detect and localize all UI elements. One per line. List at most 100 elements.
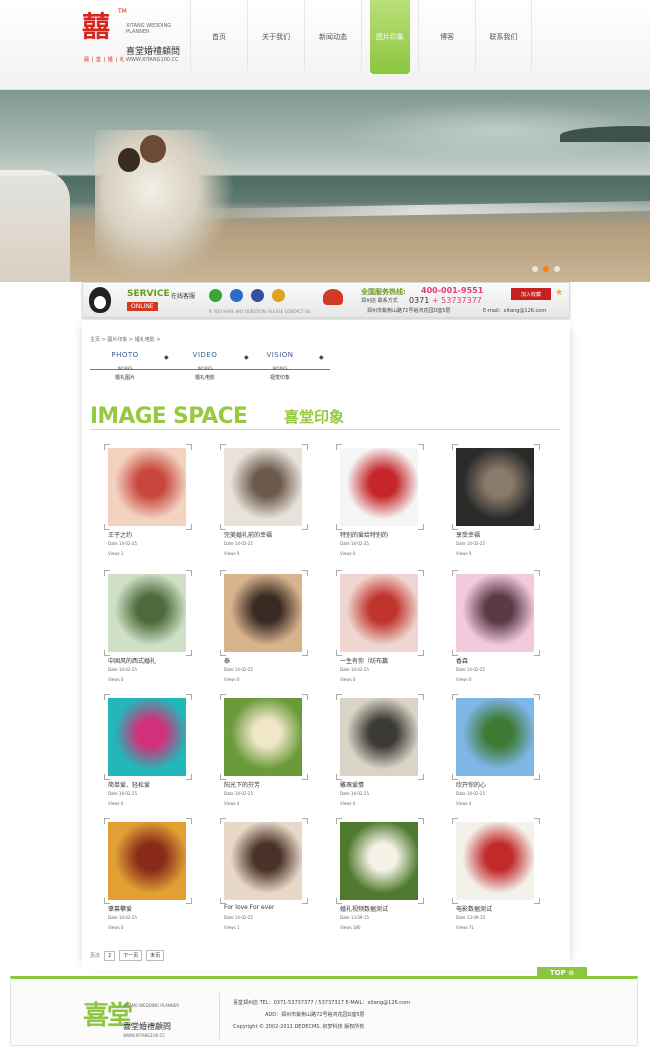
- gallery-thumbnail[interactable]: [224, 448, 302, 526]
- gallery-caption[interactable]: 阳光下的芬芳: [224, 780, 314, 789]
- nav-item-0[interactable]: 首页: [190, 0, 247, 74]
- gallery-thumbnail[interactable]: [456, 574, 534, 652]
- gallery-item[interactable]: 泰 Date 14-02-25 Views 0: [220, 570, 308, 700]
- gallery-thumbnail[interactable]: [340, 574, 418, 652]
- gallery-thumbnail[interactable]: [456, 698, 534, 776]
- nav-item-label: 首页: [212, 33, 226, 41]
- gallery-item[interactable]: 中国风的西式婚礼 Date 14-02-25 Views 0: [104, 570, 192, 700]
- gallery-item[interactable]: 婚礼视频数据测试 Date 13-09-15 Views 186: [336, 818, 424, 948]
- gallery-item[interactable]: 王子之约 Date 14-02-25 Views 1: [104, 444, 192, 574]
- nav-item-1[interactable]: 关于我们: [247, 0, 304, 74]
- frame-corner: [534, 444, 540, 450]
- gallery-item[interactable]: 香森 Date 14-02-25 Views 0: [452, 570, 540, 700]
- frame-corner: [534, 818, 540, 824]
- sub-nav-item-2[interactable]: VISION WORKS 视觉印象: [245, 351, 315, 381]
- frame-corner: [104, 818, 110, 824]
- nav-item-3[interactable]: 图片印象: [361, 0, 418, 74]
- sub-nav-en: PHOTO: [111, 351, 139, 359]
- main-nav: 首页 关于我们 新闻动态 图片印象 博客 联系我们: [190, 0, 532, 74]
- im-icons: [209, 289, 285, 302]
- nav-item-2[interactable]: 新闻动态: [304, 0, 361, 74]
- gallery-views: Views 0: [340, 551, 356, 556]
- gallery-thumbnail[interactable]: [340, 698, 418, 776]
- gallery-caption[interactable]: For love For ever: [224, 904, 314, 911]
- gallery-caption[interactable]: 香森: [456, 656, 546, 665]
- banner-dot[interactable]: [543, 266, 549, 272]
- gallery-item[interactable]: 享受幸福 Date 14-02-25 Views 0: [452, 444, 540, 574]
- frame-corner: [220, 694, 226, 700]
- pager-next[interactable]: 下一页: [119, 950, 143, 961]
- gallery-thumbnail[interactable]: [108, 822, 186, 900]
- gallery-item[interactable]: 阳光下的芬芳 Date 14-02-25 Views 0: [220, 694, 308, 824]
- gallery-caption[interactable]: 中国风的西式婚礼: [108, 656, 198, 665]
- gallery-item[interactable]: 雕琢爱情 Date 14-02-25 Views 0: [336, 694, 424, 824]
- gallery-thumbnail[interactable]: [340, 448, 418, 526]
- gallery-caption[interactable]: 特别的爱给特别的: [340, 530, 430, 539]
- gallery-caption[interactable]: 王子之约: [108, 530, 198, 539]
- surf-wave: [179, 200, 650, 220]
- add-favorite-button[interactable]: 加入收藏: [511, 288, 551, 300]
- frame-corner: [452, 694, 458, 700]
- title-divider: [90, 429, 560, 430]
- gallery-thumbnail[interactable]: [224, 822, 302, 900]
- im-contact-icon[interactable]: [209, 289, 222, 302]
- gallery-caption[interactable]: 享受幸福: [456, 530, 546, 539]
- im-contact-icon[interactable]: [272, 289, 285, 302]
- banner-dot[interactable]: [532, 266, 538, 272]
- gallery-thumbnail[interactable]: [456, 448, 534, 526]
- sub-nav: PHOTO WORKS 婚礼图片 ◆ VIDEO WORKS 婚礼电影 ◆ VISION WORK…: [90, 351, 560, 389]
- gallery-caption[interactable]: 欣开你的心: [456, 780, 546, 789]
- gallery-item[interactable]: 电影数据测试 Date 13-09-15 Views 71: [452, 818, 540, 948]
- sub-nav-item-1[interactable]: VIDEO WORKS 婚礼电影: [170, 351, 240, 381]
- im-contact-icon[interactable]: [230, 289, 243, 302]
- nav-item-label: 图片印象: [376, 33, 404, 41]
- gallery-thumbnail[interactable]: [108, 698, 186, 776]
- gallery-caption[interactable]: 雕琢爱情: [340, 780, 430, 789]
- gallery-caption[interactable]: 一生有你（纺布篇: [340, 656, 430, 665]
- gallery-item[interactable]: 肇幕攀爱 Date 14-02-25 Views 0: [104, 818, 192, 948]
- gallery-thumbnail[interactable]: [456, 822, 534, 900]
- gallery-item[interactable]: 简单爱、轻松爱 Date 14-02-25 Views 0: [104, 694, 192, 824]
- gallery-views: Views 0: [224, 801, 240, 806]
- gallery-caption[interactable]: 电影数据测试: [456, 904, 546, 913]
- im-contact-icon[interactable]: [251, 289, 264, 302]
- pager-current[interactable]: 2: [104, 950, 116, 961]
- footer: TOP ⊙ 喜堂 XITANG WEDDING PLANNER 喜堂婚禮顧問 W…: [10, 967, 638, 1046]
- gallery-thumbnail[interactable]: [224, 698, 302, 776]
- nav-item-label: 联系我们: [489, 33, 518, 41]
- pager-last[interactable]: 末页: [146, 950, 165, 961]
- gallery-caption[interactable]: 完美婚礼前的幸福: [224, 530, 314, 539]
- frame-corner: [302, 694, 308, 700]
- frame-corner: [104, 444, 110, 450]
- gallery-thumbnail[interactable]: [224, 574, 302, 652]
- gallery-thumbnail[interactable]: [108, 574, 186, 652]
- sub-nav-item-0[interactable]: PHOTO WORKS 婚礼图片: [90, 351, 160, 381]
- sub-nav-arrow-icon: ◆: [164, 354, 169, 361]
- online-badge: ONLINE: [127, 302, 158, 311]
- gallery-item[interactable]: For love For ever Date 14-02-25 Views 1: [220, 818, 308, 948]
- frame-corner: [336, 444, 342, 450]
- gallery-item[interactable]: 欣开你的心 Date 14-02-25 Views 0: [452, 694, 540, 824]
- back-to-top-button[interactable]: TOP ⊙: [537, 967, 587, 979]
- gallery-date: Date 14-02-25: [224, 541, 253, 546]
- logo-mark[interactable]: 囍: [82, 12, 110, 42]
- gallery-caption[interactable]: 简单爱、轻松爱: [108, 780, 198, 789]
- frame-corner: [418, 694, 424, 700]
- frame-corner: [104, 694, 110, 700]
- gallery-date: Date 14-02-25: [340, 667, 369, 672]
- banner-dot[interactable]: [554, 266, 560, 272]
- gallery-thumbnail[interactable]: [340, 822, 418, 900]
- gallery-caption[interactable]: 泰: [224, 656, 314, 665]
- nav-item-4[interactable]: 博客: [418, 0, 475, 74]
- nav-item-5[interactable]: 联系我们: [475, 0, 532, 74]
- gallery-item[interactable]: 特别的爱给特别的 Date 14-02-25 Views 0: [336, 444, 424, 574]
- gallery-caption[interactable]: 肇幕攀爱: [108, 904, 198, 913]
- breadcrumb[interactable]: 主页 > 图片印象 > 婚礼电影 >: [90, 336, 161, 343]
- gallery-item[interactable]: 完美婚礼前的幸福 Date 14-02-25 Views 0: [220, 444, 308, 574]
- frame-corner: [452, 818, 458, 824]
- sub-nav-mid: WORKS: [117, 366, 133, 371]
- gallery-caption[interactable]: 婚礼视频数据测试: [340, 904, 430, 913]
- gallery-thumbnail[interactable]: [108, 448, 186, 526]
- gallery-item[interactable]: 一生有你（纺布篇 Date 14-02-25 Views 0: [336, 570, 424, 700]
- frame-corner: [302, 444, 308, 450]
